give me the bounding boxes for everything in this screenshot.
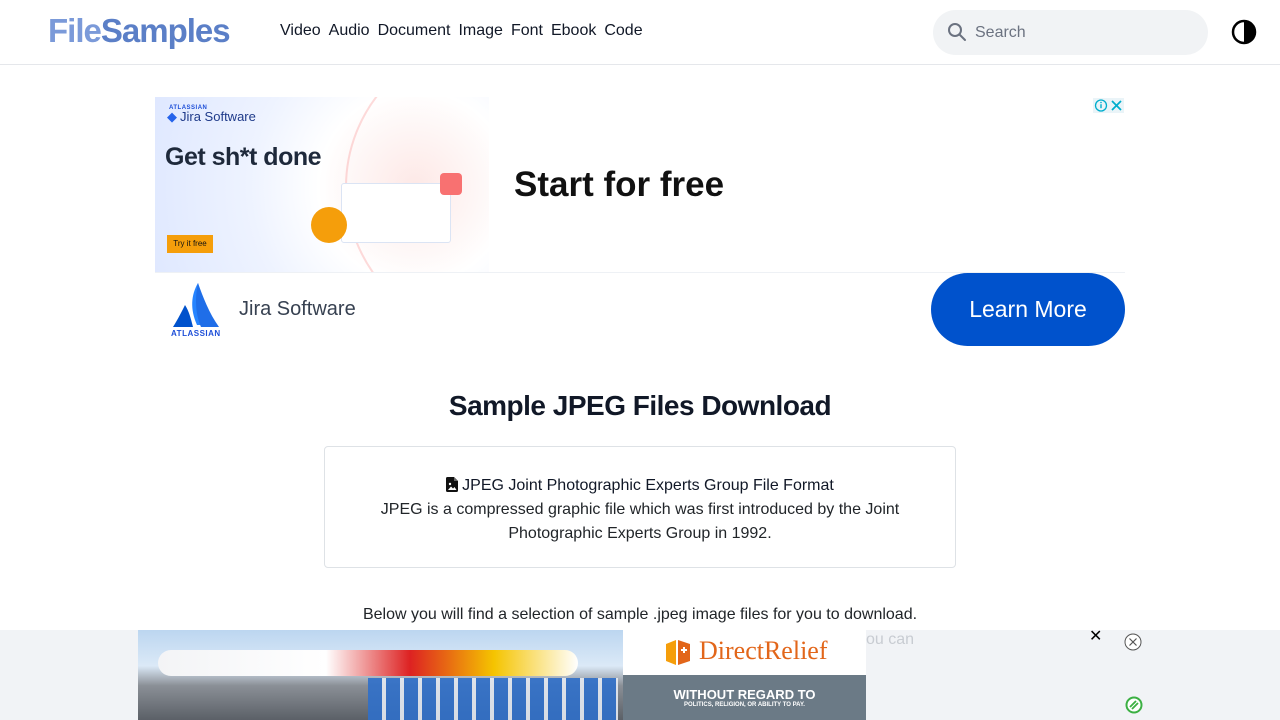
ad-slogan-sub: POLITICS, RELIGION, OR ABILITY TO PAY.: [684, 702, 805, 708]
nav-font[interactable]: Font: [511, 22, 543, 40]
card-title-text: JPEG Joint Photographic Experts Group Fi…: [462, 477, 834, 494]
close-icon[interactable]: [1124, 633, 1142, 651]
adchoices-icon[interactable]: [1093, 98, 1124, 113]
ad-image[interactable]: ATLASSIAN ◆ Jira Software Get sh*t done T…: [155, 97, 489, 272]
site-logo[interactable]: FileSamples: [48, 12, 231, 50]
obscured-text: ou can: [866, 631, 915, 648]
format-info-card: JPEG Joint Photographic Experts Group Fi…: [324, 446, 956, 568]
ad-slogan-main: WITHOUT REGARD TO: [673, 687, 816, 702]
search-input[interactable]: [975, 10, 1195, 55]
ad-ui-panel: [341, 183, 451, 243]
ad-headline[interactable]: Start for free: [514, 165, 724, 205]
search-icon: [948, 23, 966, 41]
logo-part-file: File: [48, 12, 102, 49]
ad-brand-text: Jira Software: [180, 109, 256, 124]
nav-document[interactable]: Document: [378, 22, 451, 40]
ad-slogan: WITHOUT REGARD TO POLITICS, RELIGION, OR…: [623, 675, 866, 720]
ad-logo-panel[interactable]: DirectRelief: [623, 630, 866, 675]
ad-brand: ◆ Jira Software: [167, 109, 256, 125]
sticky-bottom-ad[interactable]: ou can DirectRelief WITHOUT REGARD TO PO…: [0, 629, 1280, 720]
logo-part-samples: Samples: [100, 12, 231, 49]
avatar: [440, 173, 462, 195]
atlassian-logo-text: ATLASSIAN: [171, 329, 221, 338]
ad-try-button[interactable]: Try it free: [167, 235, 213, 253]
card-description: JPEG is a compressed graphic file which …: [380, 501, 900, 542]
search-box: [933, 10, 1208, 55]
file-image-icon: [446, 477, 459, 492]
ad-photo-cargo: [368, 678, 618, 720]
close-ad-icon[interactable]: ✕: [1089, 629, 1103, 645]
learn-more-button[interactable]: Learn More: [931, 273, 1125, 346]
card-title: JPEG Joint Photographic Experts Group Fi…: [325, 474, 955, 498]
direct-relief-logo-text: DirectRelief: [699, 636, 828, 665]
ad-footer: ATLASSIAN Jira Software Learn More: [155, 272, 1125, 347]
ad-photo-plane: [158, 650, 578, 676]
jira-diamond-icon: ◆: [167, 109, 177, 124]
ad-image-headline: Get sh*t done: [165, 143, 322, 171]
nav-video[interactable]: Video: [280, 22, 321, 40]
theme-toggle-icon[interactable]: [1231, 19, 1257, 45]
intro-text: Below you will find a selection of sampl…: [362, 606, 918, 623]
ad-badge-icon[interactable]: [1125, 696, 1143, 714]
advertiser-name[interactable]: Jira Software: [239, 298, 356, 321]
page-title: Sample JPEG Files Download: [448, 390, 832, 421]
site-header: FileSamples Video Audio Document Image F…: [0, 0, 1280, 65]
top-ad[interactable]: ATLASSIAN ◆ Jira Software Get sh*t done T…: [155, 97, 1125, 347]
nav-code[interactable]: Code: [604, 22, 642, 40]
main-nav: Video Audio Document Image Font Ebook Co…: [280, 22, 643, 40]
nav-ebook[interactable]: Ebook: [551, 22, 596, 40]
ad-photo-cargo-plane[interactable]: [138, 630, 623, 720]
direct-relief-logo-icon: [666, 640, 690, 665]
nav-audio[interactable]: Audio: [329, 22, 370, 40]
avatar: [311, 207, 347, 243]
nav-image[interactable]: Image: [458, 22, 502, 40]
